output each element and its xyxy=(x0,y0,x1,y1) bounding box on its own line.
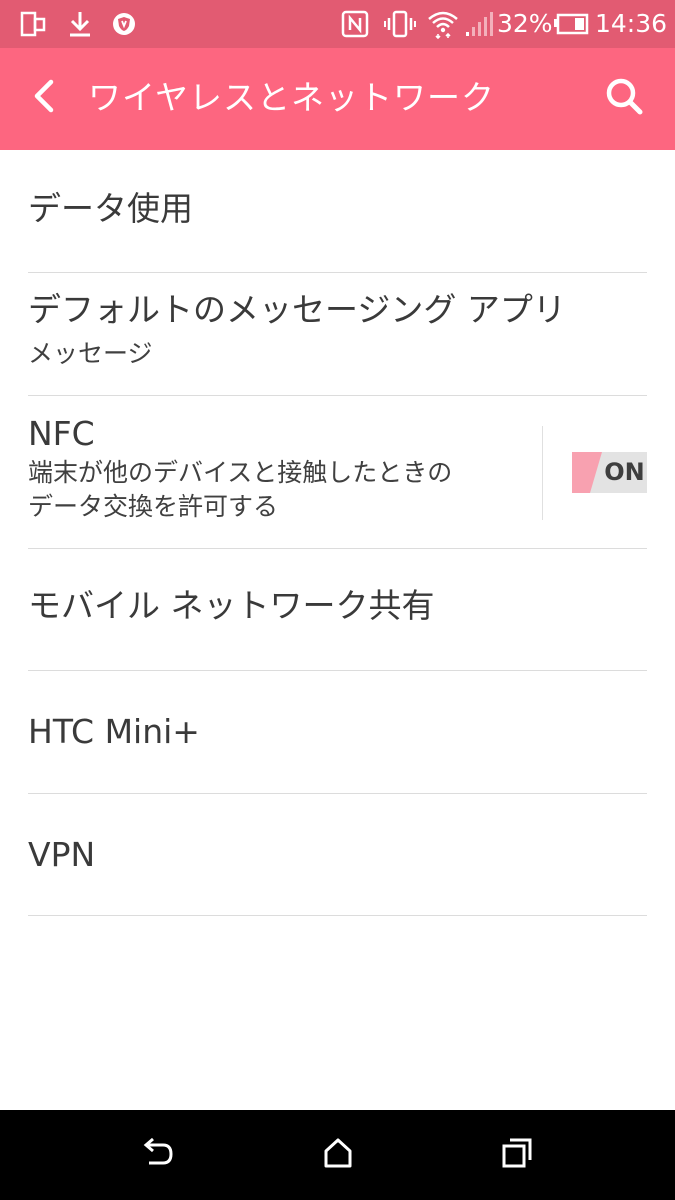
wifi-icon xyxy=(426,10,460,39)
shield-icon xyxy=(110,10,138,38)
list-item-subtitle-line2: データ交換を許可する xyxy=(28,492,279,521)
screen-mirror-icon xyxy=(18,10,48,38)
list-item-nfc[interactable]: NFC 端末が他のデバイスと接触したときの データ交換を許可する ON xyxy=(0,396,675,548)
app-bar: ワイヤレスとネットワーク xyxy=(0,48,675,150)
divider xyxy=(28,915,647,916)
nav-home-button[interactable] xyxy=(318,1135,358,1175)
list-item-default-messaging[interactable]: デフォルトのメッセージング アプリ メッセージ xyxy=(0,273,675,395)
nfc-toggle[interactable]: ON xyxy=(572,452,647,493)
vibrate-icon xyxy=(384,10,416,38)
list-item-subtitle: メッセージ xyxy=(28,339,153,368)
status-bar: 32% 14:36 xyxy=(0,0,675,48)
vertical-separator xyxy=(542,426,543,520)
list-item-mobile-network-sharing[interactable]: モバイル ネットワーク共有 xyxy=(0,549,675,671)
battery-percent: 32% xyxy=(497,9,553,38)
clock: 14:36 xyxy=(595,9,668,38)
toggle-state-label: ON xyxy=(604,458,645,486)
recents-icon xyxy=(500,1136,534,1174)
back-arrow-icon xyxy=(29,78,59,118)
list-item-vpn[interactable]: VPN xyxy=(0,794,675,916)
toggle-accent xyxy=(572,452,602,493)
navigation-bar xyxy=(0,1110,675,1200)
home-icon xyxy=(321,1136,355,1174)
back-icon xyxy=(139,1136,175,1174)
list-item-htc-mini[interactable]: HTC Mini+ xyxy=(0,671,675,793)
list-item-title: VPN xyxy=(28,835,96,874)
list-item-title: NFC xyxy=(28,414,95,453)
search-icon xyxy=(604,76,644,120)
list-item-subtitle-line1: 端末が他のデバイスと接触したときの xyxy=(28,458,453,487)
search-button[interactable] xyxy=(600,74,648,122)
list-item-title: HTC Mini+ xyxy=(28,712,200,751)
nfc-icon xyxy=(340,10,370,38)
list-item-title: データ使用 xyxy=(28,189,193,228)
battery-icon xyxy=(553,10,589,38)
back-button[interactable] xyxy=(22,76,66,120)
nav-recents-button[interactable] xyxy=(497,1135,537,1175)
list-item-data-usage[interactable]: データ使用 xyxy=(0,150,675,272)
signal-icon xyxy=(464,10,494,38)
list-item-title: モバイル ネットワーク共有 xyxy=(28,586,435,625)
download-icon xyxy=(66,10,94,38)
nav-back-button[interactable] xyxy=(137,1135,177,1175)
page-title: ワイヤレスとネットワーク xyxy=(88,78,496,117)
list-item-title: デフォルトのメッセージング アプリ xyxy=(28,290,566,329)
